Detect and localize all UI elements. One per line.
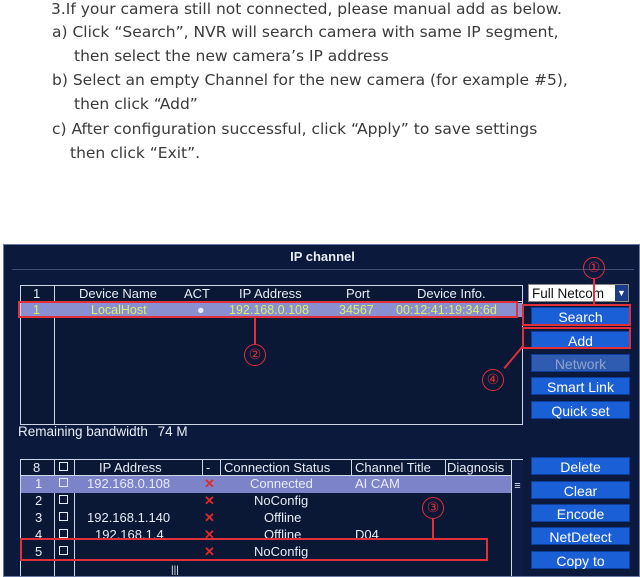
channel-number: 3 xyxy=(35,510,43,525)
row-checkbox[interactable] xyxy=(59,495,68,504)
highlight-add-button xyxy=(522,327,631,349)
col-index: 1 xyxy=(33,286,41,301)
column-divider xyxy=(445,460,446,476)
col-channel-title: Channel Title xyxy=(355,460,431,475)
horizontal-scroll-handle-icon[interactable]: ||| xyxy=(171,565,179,576)
col-port: Port xyxy=(346,286,370,301)
device-table-header: 1 Device Name ACT IP Address Port Device… xyxy=(21,286,522,302)
col-connection-status: Connection Status xyxy=(224,460,331,475)
step-marker-3: ③ xyxy=(422,497,444,519)
delete-x-icon[interactable]: ✕ xyxy=(204,476,215,492)
leader-line xyxy=(254,318,256,344)
scroll-grip-icon[interactable]: ≡ xyxy=(512,480,523,492)
window-title: IP channel xyxy=(290,249,355,264)
leader-line xyxy=(593,279,595,304)
highlight-channel-5 xyxy=(20,538,488,561)
chevron-down-icon[interactable]: ▼ xyxy=(615,285,628,301)
col-device-name: Device Name xyxy=(79,286,158,301)
col-ip-address: IP Address xyxy=(239,286,302,301)
col-channel-count: 8 xyxy=(33,460,41,475)
delete-button[interactable]: Delete xyxy=(531,457,630,475)
instruction-line: b) Select an empty Channel for the new c… xyxy=(52,71,568,89)
highlight-device-row xyxy=(18,301,518,318)
delete-x-icon[interactable]: ✕ xyxy=(204,510,215,526)
instruction-line: then select the new camera’s IP address xyxy=(74,47,389,65)
channel-title: AI CAM xyxy=(355,476,400,491)
table-scrollbar[interactable]: ≡ xyxy=(511,460,523,576)
step-marker-2: ② xyxy=(244,344,266,366)
delete-x-icon[interactable]: ✕ xyxy=(204,493,215,509)
instruction-block: 3.If your camera still not connected, pl… xyxy=(0,0,640,240)
column-divider xyxy=(351,460,352,476)
channel-row[interactable]: 1 192.168.0.108 ✕ Connected AI CAM xyxy=(21,476,511,493)
instruction-line: then click “Add” xyxy=(74,95,198,113)
encode-button[interactable]: Encode xyxy=(531,504,630,522)
bandwidth-value: 74 M xyxy=(157,424,188,439)
channel-status: NoConfig xyxy=(254,493,309,508)
ip-channel-window: IP channel 1 Device Name ACT IP Address … xyxy=(3,244,640,577)
channel-number: 2 xyxy=(35,493,43,508)
step-marker-1: ① xyxy=(583,257,605,279)
channel-status: Offline xyxy=(264,510,302,525)
channel-ip: 192.168.1.140 xyxy=(87,510,171,525)
clear-button[interactable]: Clear xyxy=(531,481,630,499)
smart-link-button[interactable]: Smart Link xyxy=(531,377,630,395)
step-marker-4: ④ xyxy=(482,369,504,391)
row-checkbox[interactable] xyxy=(59,478,68,487)
channel-table-header: 8 IP Address - Connection Status Channel… xyxy=(21,460,511,476)
instruction-line: a) Click “Search”, NVR will search camer… xyxy=(52,23,559,41)
copy-to-button[interactable]: Copy to xyxy=(531,551,630,569)
channel-ip: 192.168.0.108 xyxy=(87,476,171,491)
leader-line xyxy=(432,519,434,538)
channel-number: 1 xyxy=(35,476,43,491)
col-act: ACT xyxy=(184,286,210,301)
column-divider xyxy=(202,460,203,476)
instruction-line: 3.If your camera still not connected, pl… xyxy=(51,0,562,18)
col-delete-flag: - xyxy=(206,460,211,475)
select-all-checkbox[interactable] xyxy=(59,462,68,471)
quick-set-button[interactable]: Quick set xyxy=(531,401,630,419)
instruction-line: then click “Exit”. xyxy=(70,144,201,162)
col-ip-address: IP Address xyxy=(99,460,162,475)
highlight-search-button xyxy=(522,304,631,326)
bandwidth-readout: Remaining bandwidth 74 M xyxy=(18,424,188,439)
network-button[interactable]: Network xyxy=(531,354,630,372)
bandwidth-label: Remaining bandwidth xyxy=(18,424,148,439)
row-checkbox[interactable] xyxy=(59,529,68,538)
protocol-select[interactable]: Full Netcom ▼ xyxy=(528,284,629,302)
col-device-info: Device Info. xyxy=(417,286,486,301)
col-diagnosis: Diagnosis xyxy=(447,460,505,475)
column-divider xyxy=(220,460,221,476)
instruction-line: c) After configuration successful, click… xyxy=(52,120,538,138)
channel-status: Connected xyxy=(250,476,313,491)
title-divider xyxy=(12,269,634,270)
netdetect-button[interactable]: NetDetect xyxy=(531,527,630,545)
row-checkbox[interactable] xyxy=(59,512,68,521)
